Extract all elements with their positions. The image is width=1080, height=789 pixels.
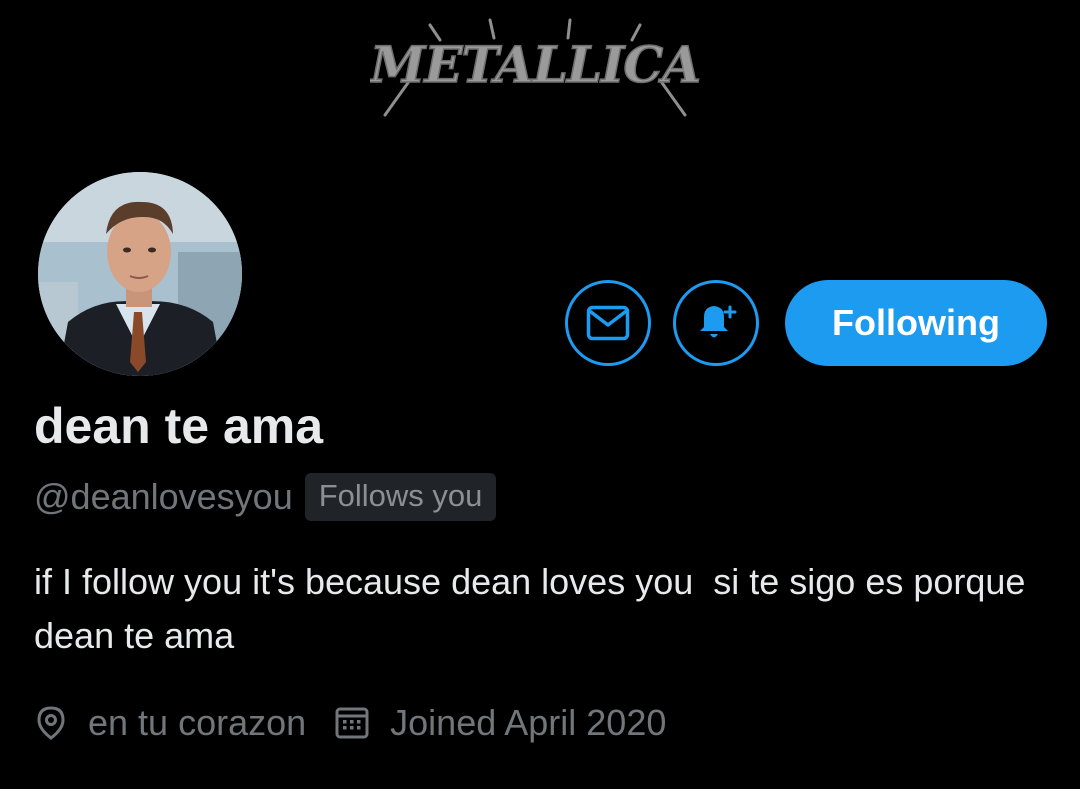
following-button-label: Following — [832, 302, 1000, 343]
location-text: en tu corazon — [88, 702, 307, 743]
follows-you-badge: Follows you — [304, 473, 497, 521]
avatar-photo — [38, 172, 242, 376]
location-item: en tu corazon — [34, 702, 306, 744]
joined-item: Joined April 2020 — [334, 702, 666, 744]
metallica-logo: METALLICA — [370, 18, 700, 117]
location-pin-icon — [34, 705, 68, 741]
display-name: dean te ama — [34, 398, 324, 454]
profile-meta: en tu corazon Joined April 2020 — [34, 695, 666, 751]
message-button[interactable] — [565, 280, 651, 366]
calendar-icon — [334, 705, 370, 741]
svg-text:METALLICA: METALLICA — [370, 35, 700, 94]
user-handle: @deanlovesyou — [34, 476, 293, 517]
notify-button[interactable] — [673, 280, 759, 366]
following-button[interactable]: Following — [785, 280, 1047, 366]
envelope-icon — [586, 305, 630, 341]
handle-row: @deanlovesyou Follows you — [34, 472, 497, 522]
profile-bio: if I follow you it's because dean loves … — [34, 561, 1036, 656]
bell-plus-icon — [692, 301, 740, 345]
profile-avatar[interactable] — [34, 168, 246, 380]
joined-text: Joined April 2020 — [390, 702, 667, 743]
